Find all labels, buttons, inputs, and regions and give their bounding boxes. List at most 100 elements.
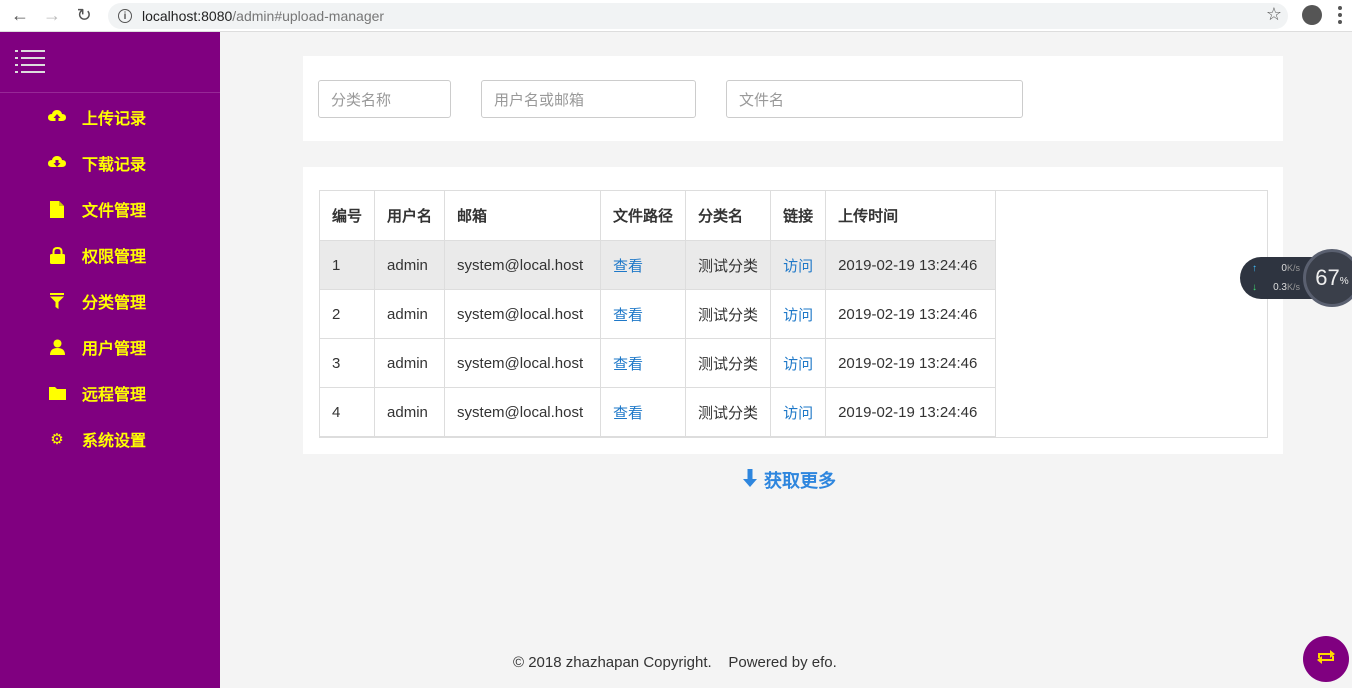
visit-link[interactable]: 访问 [770,289,827,339]
cell-category: 测试分类 [685,338,772,388]
cell-id: 4 [318,387,376,437]
file-icon [48,200,66,218]
cell-upload-time: 2019-02-19 13:24:46 [825,338,997,388]
filename-placeholder: 文件名 [739,90,785,109]
info-icon[interactable]: i [118,9,132,23]
table-row[interactable]: 4 admin system@local.host 查看 测试分类 访问 201… [318,387,997,437]
cell-email: system@local.host [444,338,602,388]
sidebar-item-upload-records[interactable]: 上传记录 [48,105,146,129]
cell-username: admin [374,289,446,339]
username-email-placeholder: 用户名或邮箱 [494,90,585,109]
url-path: /admin#upload-manager [232,8,385,24]
upload-arrow-icon: ↑ [1252,263,1257,274]
filename-input[interactable]: 文件名 [726,80,1023,118]
cell-category: 测试分类 [685,240,772,290]
arrow-down-icon [742,468,758,492]
cell-email: system@local.host [444,240,602,290]
footer-text: © 2018 zhazhapan Copyright. Powered by e… [513,654,837,671]
usage-percent: 67 [1315,265,1340,290]
sidebar-item-label: 系统设置 [82,431,147,450]
table-row[interactable]: 3 admin system@local.host 查看 测试分类 访问 201… [318,338,997,388]
user-icon [48,338,66,356]
sidebar-item-label: 用户管理 [82,339,147,358]
category-name-placeholder: 分类名称 [331,90,392,109]
username-email-input[interactable]: 用户名或邮箱 [481,80,696,118]
browser-menu-icon[interactable] [1338,6,1342,24]
header-file-path[interactable]: 文件路径 [600,190,687,241]
folder-icon [48,384,66,402]
upload-speed-unit: K/s [1286,263,1300,273]
sidebar-divider [0,92,220,93]
repeat-icon [1315,648,1337,671]
sidebar-item-system-settings[interactable]: ⚙ 系统设置 [48,427,146,451]
forward-arrow-icon[interactable]: → [40,4,64,28]
cell-id: 1 [318,240,376,290]
category-name-input[interactable]: 分类名称 [318,80,451,118]
cell-upload-time: 2019-02-19 13:24:46 [825,289,997,339]
upload-records-table: 编号 用户名 邮箱 文件路径 分类名 链接 上传时间 1 admin syste… [318,190,997,437]
account-icon[interactable] [1302,5,1322,25]
cell-upload-time: 2019-02-19 13:24:46 [825,387,997,437]
load-more-button[interactable]: 获取更多 [742,467,836,493]
load-more-label: 获取更多 [764,471,836,492]
cell-email: system@local.host [444,289,602,339]
cell-username: admin [374,338,446,388]
cell-username: admin [374,387,446,437]
cell-id: 2 [318,289,376,339]
view-path-link[interactable]: 查看 [600,338,687,388]
cell-email: system@local.host [444,387,602,437]
usage-gauge[interactable]: 67% [1303,249,1352,307]
header-category[interactable]: 分类名 [685,190,772,241]
sidebar-item-label: 文件管理 [82,201,147,220]
back-arrow-icon[interactable]: ← [8,4,32,28]
sidebar-item-label: 下载记录 [82,155,147,174]
cloud-upload-icon [48,108,66,126]
cell-category: 测试分类 [685,289,772,339]
sidebar-item-label: 权限管理 [82,247,147,266]
cloud-download-icon [48,154,66,172]
table-row[interactable]: 1 admin system@local.host 查看 测试分类 访问 201… [318,240,997,290]
download-speed-unit: K/s [1286,282,1300,292]
sidebar-item-label: 远程管理 [82,385,147,404]
sidebar-item-file-management[interactable]: 文件管理 [48,197,146,221]
lock-icon [48,246,66,264]
reload-icon[interactable]: ↻ [72,4,96,28]
cell-id: 3 [318,338,376,388]
table-header-row: 编号 用户名 邮箱 文件路径 分类名 链接 上传时间 [318,190,997,241]
browser-toolbar: ← → ↻ i localhost:8080/admin#upload-mana… [0,0,1352,32]
sidebar-item-remote-management[interactable]: 远程管理 [48,381,146,405]
sidebar-item-download-records[interactable]: 下载记录 [48,151,146,175]
visit-link[interactable]: 访问 [770,240,827,290]
filter-icon [48,292,66,310]
view-path-link[interactable]: 查看 [600,240,687,290]
table-row[interactable]: 2 admin system@local.host 查看 测试分类 访问 201… [318,289,997,339]
download-speed: 0.3 [1273,282,1287,293]
visit-link[interactable]: 访问 [770,338,827,388]
menu-toggle-icon[interactable] [15,50,45,74]
visit-link[interactable]: 访问 [770,387,827,437]
download-arrow-icon: ↓ [1252,282,1257,293]
bookmark-star-icon[interactable]: ☆ [1266,4,1282,25]
view-path-link[interactable]: 查看 [600,289,687,339]
filter-panel: 分类名称 用户名或邮箱 文件名 [303,56,1283,141]
sidebar: 上传记录 下载记录 文件管理 权限管理 分类管理 用户管理 远程管理 ⚙ 系统设… [0,32,220,688]
url-host: localhost:8080 [142,8,233,24]
header-link[interactable]: 链接 [770,190,827,241]
header-id[interactable]: 编号 [318,190,376,241]
usage-percent-sign: % [1339,275,1349,287]
cell-category: 测试分类 [685,387,772,437]
sidebar-item-label: 分类管理 [82,293,147,312]
sidebar-item-user-management[interactable]: 用户管理 [48,335,146,359]
sidebar-item-label: 上传记录 [82,109,147,128]
header-username[interactable]: 用户名 [374,190,446,241]
sidebar-item-category-management[interactable]: 分类管理 [48,289,146,313]
cell-upload-time: 2019-02-19 13:24:46 [825,240,997,290]
gear-icon: ⚙ [50,430,64,448]
view-path-link[interactable]: 查看 [600,387,687,437]
header-email[interactable]: 邮箱 [444,190,602,241]
cell-username: admin [374,240,446,290]
refresh-float-button[interactable] [1303,636,1349,682]
header-upload-time[interactable]: 上传时间 [825,190,997,241]
address-bar[interactable]: i localhost:8080/admin#upload-manager [108,3,1288,29]
sidebar-item-permission-management[interactable]: 权限管理 [48,243,146,267]
